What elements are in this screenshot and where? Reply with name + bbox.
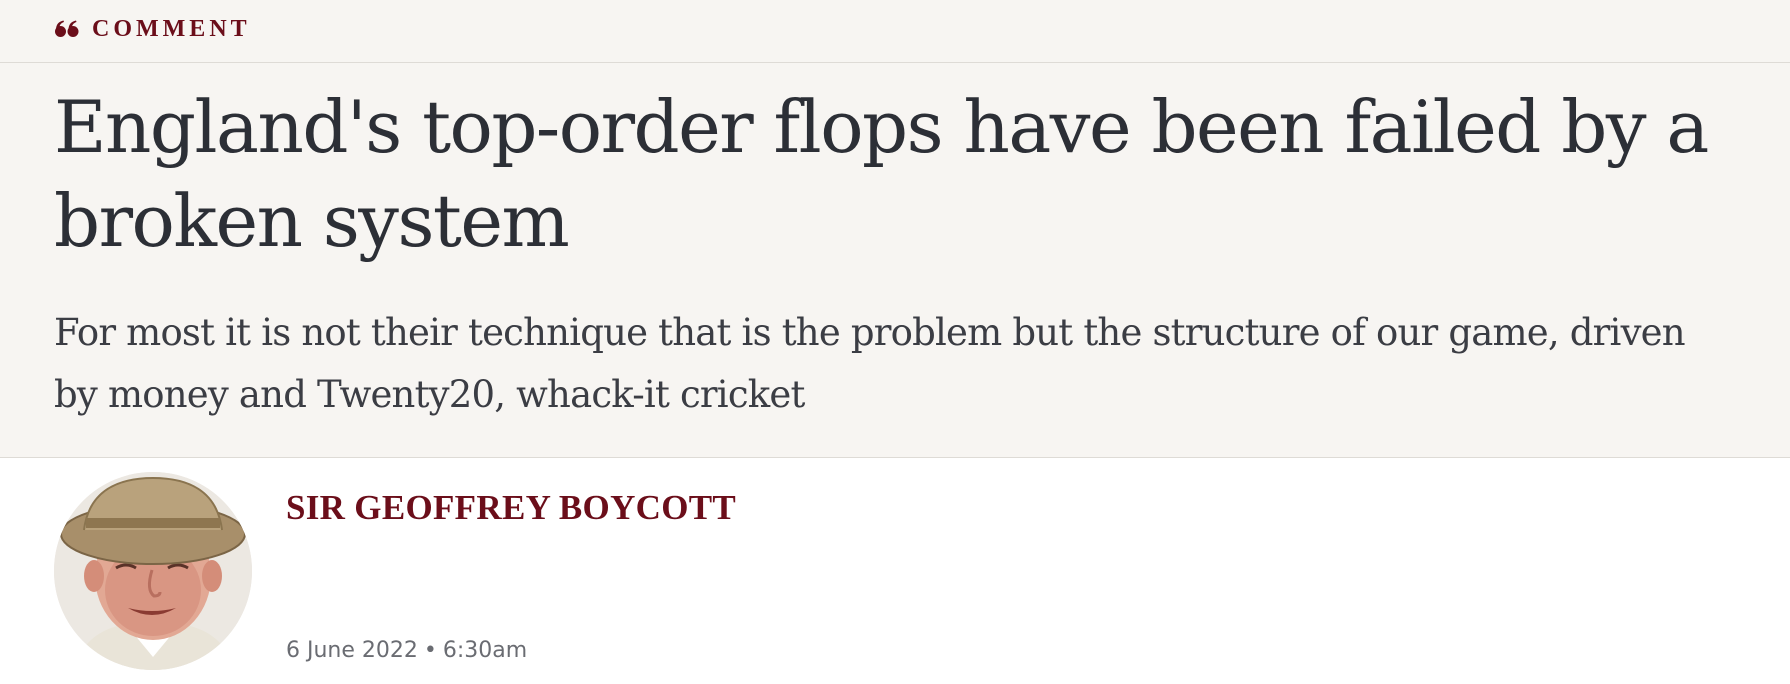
article-headline: England's top-order flops have been fail… [54,85,1709,263]
section-label[interactable]: COMMENT [92,16,251,43]
article-standfirst: For most it is not their technique that … [54,311,1686,416]
publish-dateline: 6 June 2022 • 6:30am [286,638,527,663]
quote-icon [55,20,79,37]
divider [0,62,1790,63]
author-name-link[interactable]: SIR GEOFFREY BOYCOTT [286,488,736,528]
author-photo [54,472,252,670]
byline: SIR GEOFFREY BOYCOTT 6 June 2022 • 6:30a… [0,458,1790,684]
separator: • [423,638,437,663]
publish-time: 6:30am [442,638,528,663]
article-header: COMMENT England's top-order flops have b… [0,0,1790,458]
section-kicker[interactable]: COMMENT [54,12,251,46]
author-avatar[interactable] [54,472,252,670]
publish-date: 6 June 2022 [286,638,418,663]
